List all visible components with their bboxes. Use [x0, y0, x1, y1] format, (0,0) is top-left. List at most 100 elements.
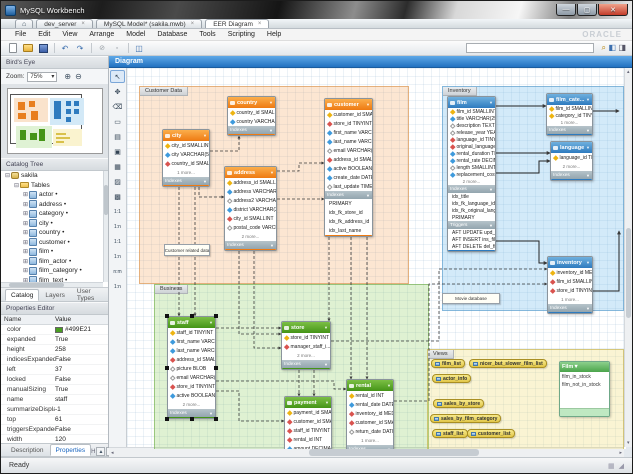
table-column[interactable]: last_name VARCHA...: [168, 346, 215, 355]
collapse-icon[interactable]: ▼: [203, 133, 207, 138]
select-tool[interactable]: ↖: [110, 70, 125, 83]
selection-handle[interactable]: [165, 314, 169, 318]
table-column[interactable]: email VARCHAR(50): [325, 146, 372, 155]
view-film-list[interactable]: film_list: [431, 359, 465, 368]
index-row[interactable]: idx_fk_language_id: [448, 200, 495, 207]
table-staff[interactable]: staff▼staff_id TINYINTfirst_name VARCHA.…: [167, 316, 216, 419]
table-header-film-cate[interactable]: film_cate...▼: [547, 94, 592, 105]
selection-handle[interactable]: [214, 314, 218, 318]
collapse-icon[interactable]: ▼: [586, 145, 590, 150]
vertical-scrollbar[interactable]: ▴ ▾: [624, 68, 632, 447]
table-column[interactable]: city VARCHAR(50): [163, 150, 209, 159]
eraser-tool[interactable]: ⌫: [110, 100, 125, 113]
tab-close-icon[interactable]: ×: [191, 21, 195, 27]
routine-film-in-stock[interactable]: film_in_stock: [560, 372, 609, 380]
more-columns-label[interactable]: 2 more...: [551, 162, 592, 171]
tree-item-film[interactable]: ⊞film •: [1, 247, 108, 257]
table-header-store[interactable]: store▼: [282, 322, 330, 333]
menu-scripting[interactable]: Scripting: [222, 31, 261, 38]
tree-item-schema[interactable]: ⊟sakila: [1, 171, 108, 181]
table-rental[interactable]: rental▼rental_id INTrental_date DATE...i…: [346, 379, 394, 449]
sidebar-toggle-right-icon[interactable]: ◨: [618, 43, 626, 52]
tab-eer-diagram[interactable]: EER Diagram×: [205, 19, 269, 28]
more-columns-label[interactable]: 2 more...: [225, 232, 276, 241]
table-tool[interactable]: ▦: [110, 160, 125, 173]
table-column[interactable]: city_id SMALLINT: [163, 141, 209, 150]
section-bar-indexes[interactable]: Indexes▼: [228, 126, 275, 134]
table-column[interactable]: inventory_id MEDI...: [548, 268, 592, 277]
routine-group-header[interactable]: Film▼: [560, 362, 609, 372]
panel-tab-layers[interactable]: Layers: [39, 289, 71, 301]
sidebar-toggle-left-icon[interactable]: ◧: [608, 43, 616, 52]
section-bar-triggers[interactable]: Triggers▼: [448, 221, 495, 229]
section-bar-indexes[interactable]: Indexes▼: [347, 445, 393, 449]
table-header-film[interactable]: film▼: [448, 97, 495, 108]
routine-film-not-in-stock[interactable]: film_not_in_stock: [560, 380, 609, 388]
resize-grip[interactable]: ◢: [619, 462, 624, 470]
table-column[interactable]: active BOOLEAN: [168, 391, 215, 400]
menu-view[interactable]: View: [56, 31, 83, 38]
collapse-icon[interactable]: ▼: [387, 383, 391, 388]
property-value[interactable]: #499E21: [55, 326, 108, 333]
layer-tool[interactable]: ▭: [110, 115, 125, 128]
table-header-city[interactable]: city▼: [163, 130, 209, 141]
hide-sidebar-button[interactable]: ⊘: [95, 42, 109, 54]
table-column[interactable]: replacement_cost D...: [448, 171, 495, 178]
table-column[interactable]: address_id SMALLINT: [325, 155, 372, 164]
section-bar-indexes[interactable]: Indexes▼: [282, 360, 330, 368]
table-column[interactable]: payment_id SMA...: [285, 408, 331, 417]
menu-database[interactable]: Database: [151, 31, 193, 38]
bottom-tab-properties[interactable]: Properties: [50, 444, 92, 456]
table-column[interactable]: rental_duration TIN...: [448, 150, 495, 157]
view-nicer-but-slower-film-list[interactable]: nicer_but_slower_film_list: [469, 359, 547, 368]
expander-icon[interactable]: ⊟: [13, 182, 20, 189]
table-header-rental[interactable]: rental▼: [347, 380, 393, 391]
selection-handle[interactable]: [165, 417, 169, 421]
table-column[interactable]: language_id TINY...: [551, 153, 592, 162]
tree-item-customer[interactable]: ⊞customer •: [1, 238, 108, 248]
index-row[interactable]: idx_last_name: [325, 226, 372, 235]
search-filter-icon[interactable]: ⌕: [602, 43, 606, 53]
table-column[interactable]: description TEXT: [448, 122, 495, 129]
vertical-scroll-thumb[interactable]: [626, 228, 631, 318]
undo-button[interactable]: ↶: [58, 42, 72, 54]
table-column[interactable]: address_id SMALL...: [168, 355, 215, 364]
table-column[interactable]: last_name VARCHA...: [325, 137, 372, 146]
scroll-left-icon[interactable]: ◂: [111, 450, 114, 456]
table-column[interactable]: postal_code VARCH...: [225, 223, 276, 232]
table-column[interactable]: film_id SMALLINT: [548, 277, 592, 286]
tree-item-actor[interactable]: ⊞actor •: [1, 190, 108, 200]
view-actor-info[interactable]: actor_info: [432, 374, 471, 383]
panel-tab-catalog[interactable]: Catalog: [5, 289, 39, 301]
zoom-select[interactable]: 75%▾: [27, 72, 57, 82]
table-column[interactable]: customer_id SMALL...: [325, 110, 372, 119]
more-columns-label[interactable]: 1 more...: [548, 295, 592, 304]
tab-mysql-model-sakila-mwb[interactable]: MySQL Model* (sakila.mwb)×: [96, 19, 202, 28]
horizontal-scroll-thumb[interactable]: [309, 449, 479, 456]
collapse-icon[interactable]: ▼: [324, 325, 328, 330]
selection-handle[interactable]: [214, 366, 218, 370]
table-column[interactable]: category_id TINYI...: [547, 112, 592, 119]
expander-icon[interactable]: ⊞: [22, 191, 29, 198]
table-column[interactable]: active BOOLEAN: [325, 164, 372, 173]
collapse-icon[interactable]: ▼: [489, 100, 493, 105]
more-columns-label[interactable]: 2 more...: [448, 178, 495, 185]
scroll-up-icon[interactable]: ▴: [627, 69, 630, 75]
table-column[interactable]: country_id SMALLINT: [228, 108, 275, 117]
rel-one-many-tool[interactable]: 1:n: [110, 250, 125, 263]
property-value[interactable]: False: [55, 356, 108, 363]
table-column[interactable]: film_id SMALLINT: [547, 105, 592, 112]
selection-handle[interactable]: [214, 417, 218, 421]
expander-icon[interactable]: ⊞: [22, 201, 29, 208]
table-address[interactable]: address▼address_id SMALLINTaddress VARCH…: [224, 166, 277, 251]
minimize-button[interactable]: —: [556, 4, 576, 16]
table-column[interactable]: address2 VARCHAR(5...: [225, 196, 276, 205]
menu-help[interactable]: Help: [261, 31, 287, 38]
tab-close-icon[interactable]: ×: [81, 21, 85, 27]
bottom-tab-description[interactable]: Description: [5, 444, 50, 456]
birds-eye-minimap[interactable]: [7, 88, 103, 154]
more-columns-label[interactable]: 1 more...: [547, 119, 592, 126]
note-tool[interactable]: ▤: [110, 130, 125, 143]
table-column[interactable]: title VARCHAR(255): [448, 115, 495, 122]
table-column[interactable]: amount DECIMAL(5...: [285, 444, 331, 449]
